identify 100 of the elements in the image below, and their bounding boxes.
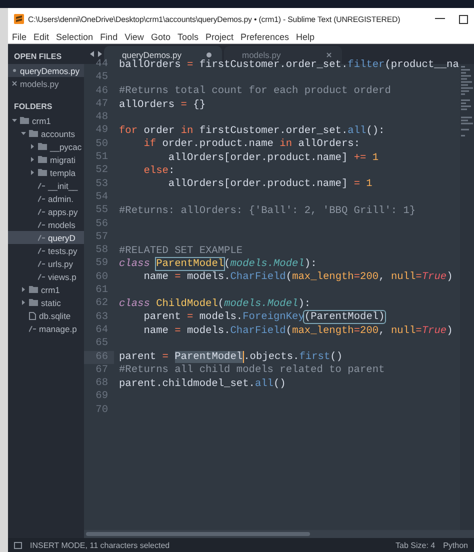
code-line: class ChildModel(models.Model): <box>118 298 311 310</box>
sidebar-item[interactable]: __init__ <box>8 179 84 192</box>
sidebar-item[interactable]: views.p <box>8 270 84 283</box>
sidebar-item[interactable]: crm1 <box>8 283 84 296</box>
caret-right-icon[interactable] <box>30 157 35 162</box>
line-number: 58 <box>94 244 109 258</box>
code-file-icon <box>38 182 45 188</box>
line-number: 61 <box>94 284 109 298</box>
line-number: 69 <box>94 390 109 404</box>
menu-item[interactable]: Preferences <box>240 32 290 42</box>
line-number: 56 <box>94 218 109 231</box>
line-number: 47 <box>94 98 109 112</box>
line-number: 55 <box>94 204 109 218</box>
code-line: parent = models.ForeignKey(ParentModel) <box>142 311 385 324</box>
code-file-icon <box>38 260 45 266</box>
sidebar-item[interactable]: apps.py <box>8 205 84 218</box>
code-line: #RELATED SET EXAMPLE <box>118 244 243 257</box>
menu-item[interactable]: View <box>124 32 144 42</box>
code-line: allOrders = {} <box>118 98 206 111</box>
code-line: name = models.CharField(max_length=200, null=True) <box>142 271 453 284</box>
code-line: if order.product.name in allOrders: <box>142 138 360 150</box>
menu-item[interactable]: Tools <box>177 32 198 42</box>
caret-down-icon[interactable] <box>12 118 17 123</box>
sidebar-item[interactable]: queryD <box>8 231 84 244</box>
caret-right-icon[interactable] <box>21 287 26 292</box>
line-number: 70 <box>94 404 109 418</box>
sidebar-item[interactable]: __pycac <box>8 140 84 153</box>
code-file-icon <box>38 222 45 228</box>
file-icon <box>29 312 36 320</box>
code-line: for order in firstCustomer.order_set.all(): <box>118 125 385 138</box>
close-icon[interactable] <box>326 52 332 58</box>
status-text: INSERT MODE, 11 characters selected <box>30 540 170 550</box>
menu-item[interactable]: Find <box>100 32 118 42</box>
menu-item[interactable]: Selection <box>56 32 94 42</box>
code-line: name = models.CharField(max_length=200, null=True) <box>142 324 453 337</box>
line-number: 51 <box>94 151 109 164</box>
tab-size-indicator[interactable]: Tab Size: 4 <box>396 540 436 550</box>
sidebar-item[interactable]: crm1 <box>8 114 84 127</box>
app-logo-icon <box>14 14 24 24</box>
code-line: #Returns all child models related to parent <box>118 364 385 376</box>
code-file-icon <box>38 196 45 202</box>
caret-down-icon[interactable] <box>21 131 26 136</box>
open-file-item[interactable]: models.py <box>8 77 84 90</box>
sidebar-item[interactable]: tests.py <box>8 244 84 257</box>
code-line: parent = ParentModel.objects.first() <box>118 351 342 364</box>
caret-right-icon[interactable] <box>30 144 35 149</box>
minimize-icon[interactable] <box>435 18 445 20</box>
line-number: 64 <box>94 324 109 338</box>
sidebar-item[interactable]: urls.py <box>8 257 84 270</box>
sidebar-item[interactable]: templa <box>8 166 84 179</box>
sidebar-item[interactable]: db.sqlite <box>8 309 84 322</box>
line-number: 68 <box>94 377 109 390</box>
menu-item[interactable]: Project <box>205 32 234 42</box>
sidebar-item[interactable]: admin. <box>8 192 84 205</box>
line-number: 45 <box>94 71 109 85</box>
line-number: 54 <box>94 190 109 204</box>
code-file-icon <box>29 326 36 332</box>
code-line: #Returns total count for each product orderd <box>118 85 391 98</box>
sidebar-item[interactable]: manage.p <box>8 322 84 335</box>
line-number: 57 <box>94 230 109 244</box>
unsaved-dot-icon[interactable] <box>206 52 212 58</box>
code-file-icon <box>38 208 45 214</box>
sidebar-item[interactable]: accounts <box>8 127 84 140</box>
menu-item[interactable]: File <box>12 32 27 42</box>
syntax-indicator[interactable]: Python <box>443 540 468 550</box>
line-number: 52 <box>94 164 109 178</box>
line-number: 53 <box>94 178 109 191</box>
line-number: 60 <box>94 270 109 284</box>
code-file-icon <box>38 274 45 280</box>
sidebar-item[interactable]: migrati <box>8 153 84 166</box>
code-file-icon <box>38 248 45 254</box>
dot-icon[interactable] <box>12 68 17 73</box>
line-number: 48 <box>94 111 109 124</box>
code-line: else: <box>142 165 175 178</box>
close-icon[interactable] <box>12 81 17 86</box>
sidebar-item[interactable]: static <box>8 296 84 309</box>
sidebar-item[interactable]: models <box>8 218 84 231</box>
line-number: 59 <box>94 257 109 271</box>
code-line: #Returns: allOrders: {'Ball': 2, 'BBQ Grill': 1} <box>118 204 416 217</box>
maximize-icon[interactable] <box>459 14 468 24</box>
open-file-item[interactable]: queryDemos.py <box>8 64 84 77</box>
line-number: 65 <box>94 337 109 351</box>
code-line: allOrders[order.product.name] += 1 <box>168 152 379 164</box>
code-line: class ParentModel(models.Model): <box>118 258 317 270</box>
panel-toggle-icon[interactable] <box>14 542 22 548</box>
menu-item[interactable]: Goto <box>150 32 170 42</box>
code-line: parent.childmodel_set.all() <box>118 378 286 390</box>
caret-right-icon[interactable] <box>21 300 26 305</box>
line-number: 49 <box>94 124 109 138</box>
sidebar-heading: FOLDERS <box>13 101 54 113</box>
minimap-drawing[interactable] <box>460 64 474 530</box>
code-line: allOrders[order.product.name] = 1 <box>167 178 372 190</box>
line-number: 63 <box>94 310 109 324</box>
scrollbar-thumb[interactable] <box>86 532 310 536</box>
menu-item[interactable]: Edit <box>34 32 50 42</box>
line-number: 62 <box>94 297 109 311</box>
menu-item[interactable]: Help <box>296 32 315 42</box>
line-number: 46 <box>94 84 109 98</box>
caret-right-icon[interactable] <box>30 170 35 175</box>
tab-navigation-arrows-icon[interactable] <box>90 51 102 57</box>
